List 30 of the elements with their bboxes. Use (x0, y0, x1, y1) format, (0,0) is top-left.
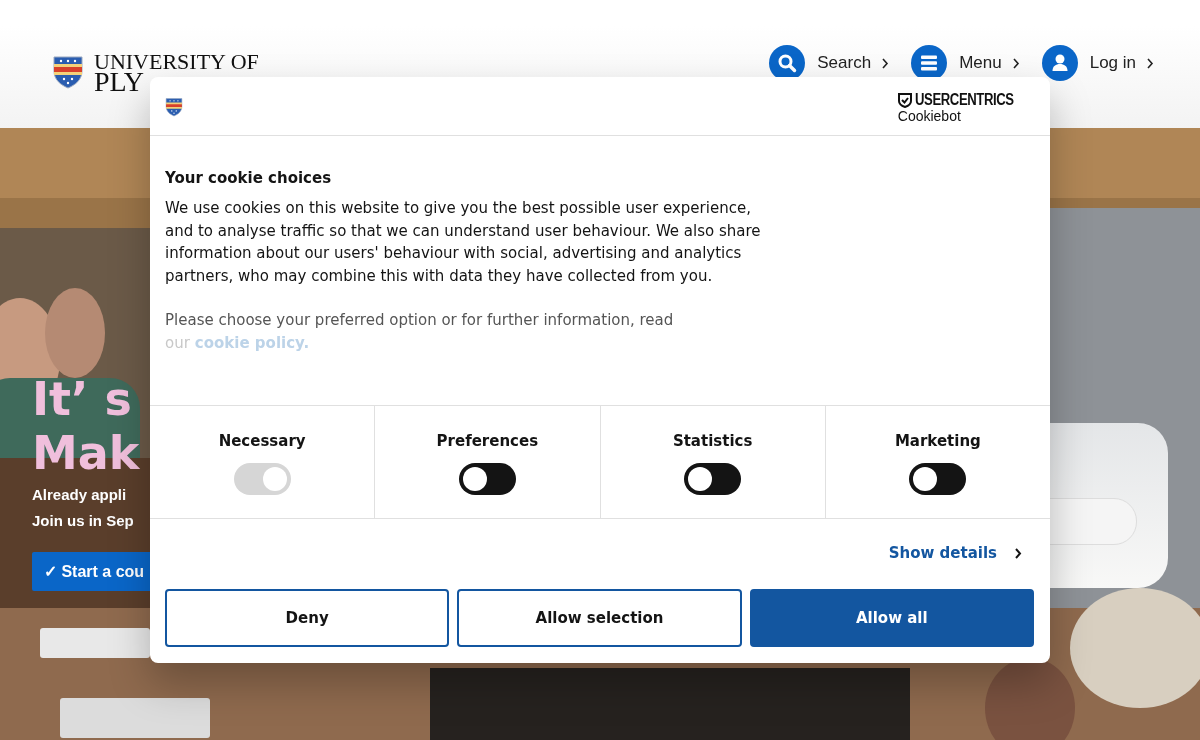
crest-icon (165, 96, 183, 118)
show-details-link[interactable]: Show details (888, 544, 997, 562)
chevron-icon (1147, 57, 1154, 69)
hero-heading: It’ s (32, 372, 132, 426)
chevron-icon (1012, 57, 1020, 69)
logo-text: UNIVERSITY OF (94, 52, 259, 71)
brand-name: USERCENTRICS (914, 91, 1014, 109)
allow-all-button[interactable]: Allow all (749, 589, 1034, 647)
allow-selection-button[interactable]: Allow selection (457, 589, 742, 647)
category-label: Necessary (218, 432, 306, 450)
shield-check-icon (897, 92, 912, 108)
hero-heading: Mak (32, 426, 140, 480)
toggle-switch[interactable] (909, 463, 967, 495)
category-label: Marketing (894, 432, 981, 450)
chevron-icon (1015, 547, 1022, 559)
nav-link[interactable]: Log in (1041, 45, 1154, 81)
dialog-title: Your cookie choices (165, 169, 333, 187)
user-icon (1041, 45, 1078, 81)
deny-button[interactable]: Deny (165, 589, 450, 647)
brand-product: Cookiebot (897, 109, 962, 124)
dialog-text: Please choose your preferred option or for further information, read (165, 310, 675, 331)
hero-text: Join us in Sep (32, 511, 134, 531)
chevron-icon (882, 57, 890, 69)
hero-text: Already appli (32, 485, 128, 505)
toggle-switch[interactable] (458, 463, 516, 495)
category-label: Preferences (436, 432, 539, 450)
logo-text: PLY (94, 71, 145, 93)
toggle-switch[interactable] (684, 463, 742, 495)
dialog-text: We use cookies on this website to give you the best possible user experience, and to analyse traffic so that we can understand user behaviour. We also share information about our users' behaviour with social, advertising and analytics partners, who may combine this with data they have collected from you. (165, 198, 761, 287)
category-label: Statistics (672, 432, 753, 450)
